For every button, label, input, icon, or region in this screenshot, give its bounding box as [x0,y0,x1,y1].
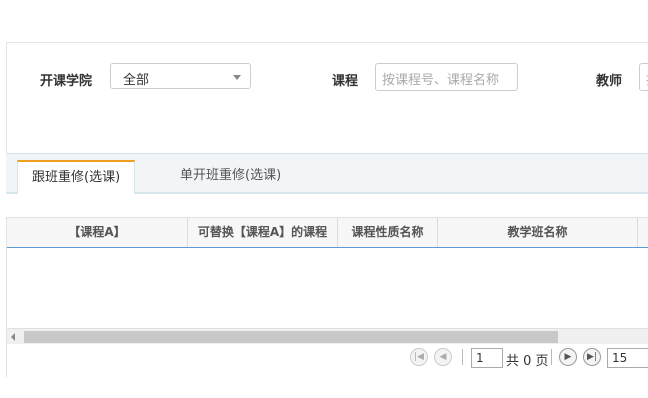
column-header-course-a[interactable]: 【课程A】 [7,218,188,247]
college-label: 开课学院 [40,74,93,89]
header-underline [7,247,648,248]
tab-separate-class-retake[interactable]: 单开班重修(选课) [166,160,295,194]
chevron-down-icon [233,75,241,80]
first-page-icon[interactable]: |◀ [410,348,428,366]
column-header-course-nature[interactable]: 课程性质名称 [338,218,438,247]
college-select[interactable]: 全部 [110,63,251,89]
college-select-value: 全部 [123,73,150,88]
horizontal-scrollbar[interactable] [7,328,648,345]
pager-divider [551,349,552,365]
course-grid: 【课程A】 可替换【课程A】的课程 课程性质名称 教学班名称 |◀ ◀ 1 共 … [6,217,648,377]
course-search-input[interactable]: 按课程号、课程名称 [375,63,518,91]
scrollbar-thumb[interactable] [24,331,558,343]
page-size-select[interactable]: 15 [607,348,648,368]
tab-bar: 跟班重修(选课) 单开班重修(选课) [6,153,648,194]
column-header-class-name[interactable]: 教学班名称 [438,218,638,247]
grid-header: 【课程A】 可替换【课程A】的课程 课程性质名称 教学班名称 [7,218,648,248]
prev-page-icon[interactable]: ◀ [434,348,452,366]
course-label: 课程 [332,74,359,89]
pagination: |◀ ◀ 1 共 0 页 ▶ ▶| 15 [7,344,648,377]
teacher-label: 教师 [596,74,623,89]
course-search-placeholder: 按课程号、课程名称 [382,73,500,88]
column-header-replacement-course[interactable]: 可替换【课程A】的课程 [188,218,338,247]
page-number-input[interactable]: 1 [471,348,503,368]
filter-panel: 开课学院 全部 课程 按课程号、课程名称 教师 按 [6,42,648,155]
total-pages-text: 共 0 页 [506,354,549,369]
next-page-icon[interactable]: ▶ [559,348,577,366]
scroll-left-icon[interactable] [11,333,15,341]
last-page-icon[interactable]: ▶| [583,348,601,366]
teacher-search-input[interactable]: 按 [639,63,648,91]
tab-follow-class-retake[interactable]: 跟班重修(选课) [17,160,136,194]
pager-divider [462,349,463,365]
top-band [0,0,648,42]
